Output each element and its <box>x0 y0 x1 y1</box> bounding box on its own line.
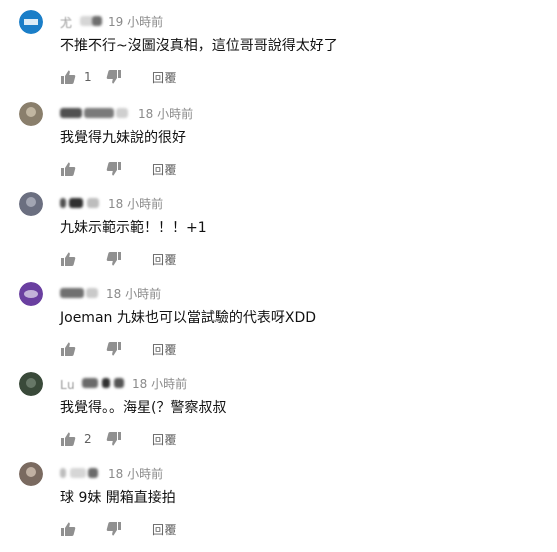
avatar-image <box>19 462 43 486</box>
comment-author[interactable] <box>60 194 102 212</box>
thumbs-down-icon[interactable] <box>106 69 122 85</box>
avatar-image <box>19 372 43 396</box>
avatar-image <box>19 102 43 126</box>
avatar[interactable] <box>19 282 43 306</box>
comment-thread-item: 18 小時前 我覺得九妹說的很好 回覆 <box>0 102 557 192</box>
thumbs-up-icon[interactable] <box>60 521 76 537</box>
thumbs-down-icon[interactable] <box>106 341 122 357</box>
avatar-image <box>19 192 43 216</box>
avatar-image <box>19 282 43 306</box>
comment-thread-item: 尤 19 小時前 不推不行~沒圖沒真相，這位哥哥說得太好了 1 回覆 <box>0 10 557 100</box>
avatar[interactable] <box>19 10 43 34</box>
like-count: 1 <box>84 70 92 84</box>
thumbs-down-icon[interactable] <box>106 161 122 177</box>
avatar[interactable] <box>19 192 43 216</box>
thumbs-up-icon[interactable] <box>60 341 76 357</box>
comment-thread-item: 18 小時前 Joeman 九妹也可以當試驗的代表呀XDD 回覆 <box>0 282 557 372</box>
avatar[interactable] <box>19 372 43 396</box>
comment-thread-item: 18 小時前 球 9妹 開箱直接拍 回覆 <box>0 462 557 552</box>
reply-button[interactable]: 回覆 <box>152 69 177 86</box>
comment-time[interactable]: 19 小時前 <box>108 13 163 30</box>
thumbs-down-icon[interactable] <box>106 521 122 537</box>
reply-button[interactable]: 回覆 <box>152 251 177 268</box>
comment-thread-item: Lu 18 小時前 我覺得。。海星(？警察叔叔 2 回覆 <box>0 372 557 462</box>
avatar-image <box>19 10 43 34</box>
comment-text: 我覺得。。海星(？警察叔叔 <box>60 400 227 416</box>
avatar[interactable] <box>19 102 43 126</box>
comment-time[interactable]: 18 小時前 <box>132 375 187 392</box>
reply-button[interactable]: 回覆 <box>152 341 177 358</box>
reply-button[interactable]: 回覆 <box>152 161 177 178</box>
thumbs-up-icon[interactable] <box>60 69 76 85</box>
comment-text: Joeman 九妹也可以當試驗的代表呀XDD <box>60 310 316 326</box>
comment-thread-item: 18 小時前 九妹示範示範！！！+1 回覆 <box>0 192 557 282</box>
comment-text: 九妹示範示範！！！+1 <box>60 220 207 236</box>
comment-time[interactable]: 18 小時前 <box>108 195 163 212</box>
thumbs-down-icon[interactable] <box>106 251 122 267</box>
avatar[interactable] <box>19 462 43 486</box>
comment-author[interactable] <box>60 104 132 122</box>
comment-author[interactable] <box>60 464 102 482</box>
comment-text: 球 9妹 開箱直接拍 <box>60 490 176 506</box>
comment-author[interactable] <box>60 284 100 302</box>
comment-time[interactable]: 18 小時前 <box>138 105 193 122</box>
comment-time[interactable]: 18 小時前 <box>108 465 163 482</box>
comment-author[interactable]: 尤 <box>60 12 102 30</box>
like-count: 2 <box>84 432 92 446</box>
comment-author[interactable]: Lu <box>60 374 126 392</box>
thumbs-up-icon[interactable] <box>60 251 76 267</box>
reply-button[interactable]: 回覆 <box>152 521 177 538</box>
thumbs-down-icon[interactable] <box>106 431 122 447</box>
reply-button[interactable]: 回覆 <box>152 431 177 448</box>
comment-text: 我覺得九妹說的很好 <box>60 130 186 146</box>
comment-time[interactable]: 18 小時前 <box>106 285 161 302</box>
thumbs-up-icon[interactable] <box>60 431 76 447</box>
thumbs-up-icon[interactable] <box>60 161 76 177</box>
comment-text: 不推不行~沒圖沒真相，這位哥哥說得太好了 <box>60 38 338 54</box>
